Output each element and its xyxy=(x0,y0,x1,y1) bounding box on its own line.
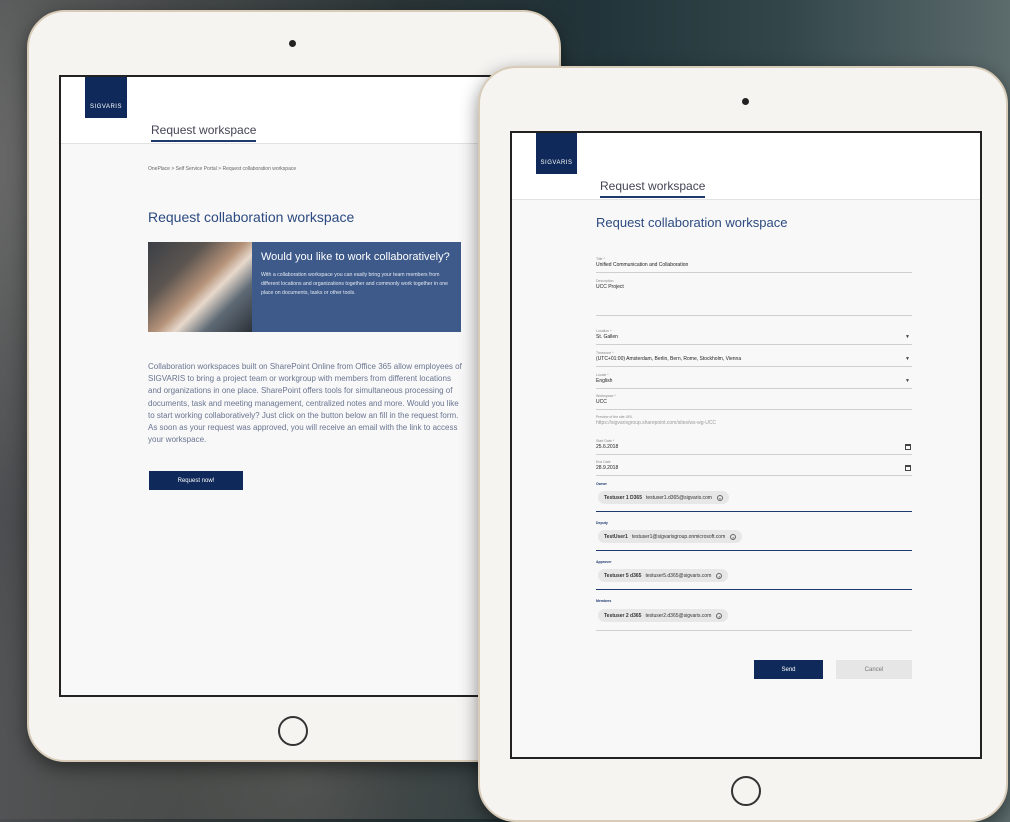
members-email: testuser2.d365@sigvaris.com xyxy=(645,612,712,619)
location-label: Location * xyxy=(596,329,612,333)
calendar-icon[interactable] xyxy=(905,465,911,471)
description-field[interactable]: Description UCC Project xyxy=(596,279,912,316)
deputy-picker-underline xyxy=(596,550,912,551)
location-select[interactable]: Location * St. Gallen ▼ xyxy=(596,329,912,345)
deputy-label: Deputy xyxy=(596,521,608,525)
calendar-icon[interactable] xyxy=(905,444,911,450)
page-title: Request collaboration workspace xyxy=(148,209,355,225)
remove-icon[interactable]: × xyxy=(716,572,723,579)
location-value: St. Gallen xyxy=(596,334,618,340)
send-button[interactable]: Send xyxy=(754,660,823,679)
approver-picker-underline xyxy=(596,589,912,590)
url-preview-value: https://sigvarisgroup.sharepoint.com/sit… xyxy=(596,420,717,426)
workspace-field[interactable]: Workspace * UCC xyxy=(596,394,912,410)
owner-email: testuser1.d365@sigvaris.com xyxy=(645,494,712,501)
request-now-button[interactable]: Request now! xyxy=(149,471,243,490)
members-label: Members xyxy=(596,599,612,603)
intro-paragraph: Collaboration workspaces built on ShareP… xyxy=(148,362,462,445)
remove-icon[interactable]: × xyxy=(716,612,723,619)
description-label: Description xyxy=(596,279,614,283)
cancel-button[interactable]: Cancel xyxy=(836,660,912,679)
owner-name: Testuser 1 D365 xyxy=(604,494,642,501)
right-screen: SIGVARIS Request workspace Request colla… xyxy=(510,131,982,759)
home-button xyxy=(278,716,308,746)
timezone-label: Timezone * xyxy=(596,351,614,355)
owner-label: Owner xyxy=(596,482,607,486)
url-preview-label: Preview of the site URL xyxy=(596,415,633,419)
approver-person-chip[interactable]: Testuser 5 d365 testuser5.d365@sigvaris.… xyxy=(598,569,729,582)
tab-request-workspace[interactable]: Request workspace xyxy=(600,179,706,198)
brand-logo: SIGVARIS xyxy=(536,133,577,174)
camera xyxy=(289,40,296,47)
home-button xyxy=(731,776,761,806)
breadcrumb[interactable]: OnePlace > Self Service Portal > Request… xyxy=(148,166,296,172)
chevron-down-icon[interactable]: ▼ xyxy=(905,356,910,362)
locale-value: English xyxy=(596,378,613,384)
end-date-input[interactable]: 28.9.2018 xyxy=(596,465,618,471)
right-tablet: SIGVARIS Request workspace Request colla… xyxy=(478,66,1008,822)
members-person-chip[interactable]: Testuser 2 d365 testuser2.d365@sigvaris.… xyxy=(598,609,729,622)
locale-select[interactable]: Locale * English ▼ xyxy=(596,373,912,389)
page-title: Request collaboration workspace xyxy=(596,215,788,230)
deputy-name: TestUser1 xyxy=(604,533,628,540)
title-label: Title * xyxy=(596,257,605,261)
title-input[interactable]: Unified Communication and Collaboration xyxy=(596,262,688,268)
workspace-label: Workspace * xyxy=(596,394,616,398)
remove-icon[interactable]: × xyxy=(716,494,723,501)
timezone-select[interactable]: Timezone * (UTC+01:00) Amsterdam, Berlin… xyxy=(596,351,912,367)
owner-person-chip[interactable]: Testuser 1 D365 testuser1.d365@sigvaris.… xyxy=(598,491,729,504)
info-banner: Would you like to work collaboratively? … xyxy=(148,242,461,332)
teamwork-hands-image xyxy=(148,242,252,332)
start-date-input[interactable]: 25.6.2018 xyxy=(596,444,618,450)
description-textarea[interactable]: UCC Project xyxy=(596,284,624,290)
camera xyxy=(742,98,749,105)
tab-request-workspace[interactable]: Request workspace xyxy=(151,123,257,142)
left-screen: SIGVARIS Request workspace OnePlace > Se… xyxy=(59,75,531,697)
members-picker-underline xyxy=(596,630,912,631)
end-date-label: End Date xyxy=(596,460,611,464)
approver-email: testuser5.d365@sigvaris.com xyxy=(645,572,712,579)
timezone-value: (UTC+01:00) Amsterdam, Berlin, Bern, Rom… xyxy=(596,356,742,362)
start-date-field[interactable]: Start Date * 25.6.2018 xyxy=(596,439,912,455)
end-date-field[interactable]: End Date 28.9.2018 xyxy=(596,460,912,476)
deputy-email: testuser1@sigvarisgroup.onmicrosoft.com xyxy=(631,533,726,540)
url-preview: Preview of the site URL https://sigvaris… xyxy=(596,415,912,429)
chevron-down-icon[interactable]: ▼ xyxy=(905,334,910,340)
banner-title: Would you like to work collaboratively? xyxy=(261,251,450,263)
remove-icon[interactable]: × xyxy=(730,533,737,540)
deputy-person-chip[interactable]: TestUser1 testuser1@sigvarisgroup.onmicr… xyxy=(598,530,743,543)
brand-logo: SIGVARIS xyxy=(85,77,127,118)
approver-name: Testuser 5 d365 xyxy=(604,572,642,579)
chevron-down-icon[interactable]: ▼ xyxy=(905,378,910,384)
locale-label: Locale * xyxy=(596,373,609,377)
request-form: Title * Unified Communication and Collab… xyxy=(596,257,912,697)
owner-picker-underline xyxy=(596,511,912,512)
banner-text: With a collaboration workspace you can e… xyxy=(261,272,449,296)
members-name: Testuser 2 d365 xyxy=(604,612,642,619)
workspace-input[interactable]: UCC xyxy=(596,399,607,405)
start-date-label: Start Date * xyxy=(596,439,615,443)
title-field[interactable]: Title * Unified Communication and Collab… xyxy=(596,257,912,273)
approver-label: Approver xyxy=(596,560,612,564)
